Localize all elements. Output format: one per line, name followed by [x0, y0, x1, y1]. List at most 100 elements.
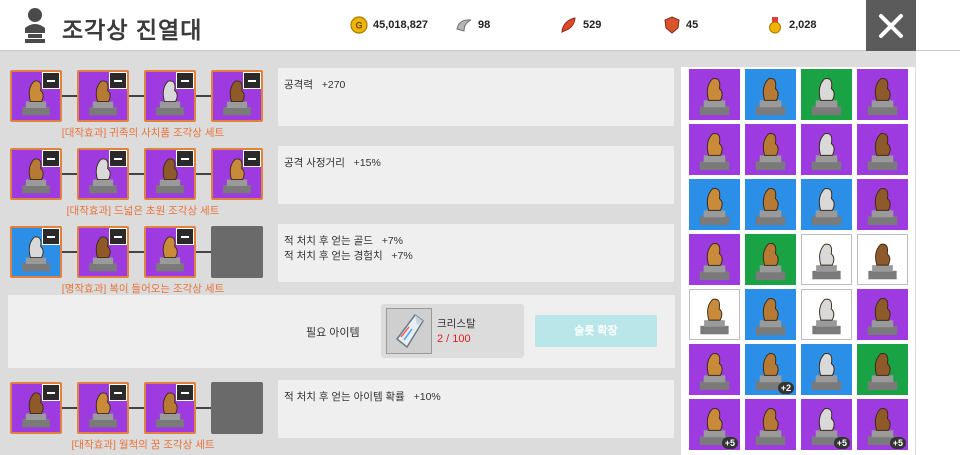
remove-statue-button[interactable] [109, 228, 127, 245]
set-effect-text: 적 처치 후 얻는 경험치 +7% [284, 250, 413, 262]
expand-slot-button[interactable]: 슬롯 확장 [535, 315, 657, 347]
remove-statue-button[interactable] [243, 150, 261, 167]
statue-slot[interactable] [144, 148, 196, 200]
statue-slot[interactable] [144, 226, 196, 278]
page-title: 조각상 진열대 [62, 17, 203, 43]
red-feather-icon [561, 17, 576, 33]
inventory-statue-cell[interactable] [689, 69, 740, 120]
required-item-card: 크리스탈 2 / 100 [381, 304, 524, 358]
remove-statue-button[interactable] [243, 72, 261, 89]
statue-slot[interactable] [77, 148, 129, 200]
inventory-statue-cell[interactable] [745, 234, 796, 285]
inventory-statue-cell[interactable] [857, 234, 908, 285]
slot-connector [196, 407, 211, 409]
inventory-statue-cell[interactable] [745, 69, 796, 120]
inventory-statue-cell[interactable] [857, 179, 908, 230]
inventory-statue-cell[interactable] [801, 234, 852, 285]
statue-slot[interactable] [10, 226, 62, 278]
inventory-statue-cell[interactable]: +2 [745, 344, 796, 395]
statue-figure-icon [755, 408, 786, 446]
statue-figure-icon [868, 243, 897, 280]
statue-slot[interactable] [211, 148, 263, 200]
set-effect-box: 적 처치 후 얻는 아이템 확률 +10% [278, 380, 674, 438]
inventory-statue-cell[interactable]: +5 [689, 399, 740, 450]
remove-statue-button[interactable] [42, 384, 60, 401]
set-slots [10, 70, 270, 126]
remove-statue-button[interactable] [109, 72, 127, 89]
remove-statue-button[interactable] [42, 228, 60, 245]
inventory-statue-cell[interactable] [801, 289, 852, 340]
statue-count-badge: +2 [777, 382, 794, 394]
remove-statue-button[interactable] [176, 228, 194, 245]
slot-connector [129, 251, 144, 253]
inventory-statue-cell[interactable] [801, 179, 852, 230]
inventory-statue-cell[interactable]: +5 [857, 399, 908, 450]
statue-slot[interactable] [10, 148, 62, 200]
inventory-statue-cell[interactable] [689, 234, 740, 285]
close-icon [879, 13, 903, 38]
slot-connector [62, 95, 77, 97]
statue-slot[interactable] [77, 382, 129, 434]
inventory-statue-cell[interactable] [745, 179, 796, 230]
slot-connector [62, 251, 77, 253]
inventory-statue-cell[interactable] [857, 69, 908, 120]
statue-slot[interactable] [211, 70, 263, 122]
resource-medal: 2,028 [766, 15, 817, 35]
remove-statue-button[interactable] [42, 150, 60, 167]
inventory-statue-cell[interactable] [857, 124, 908, 175]
remove-statue-button[interactable] [109, 384, 127, 401]
statue-count-badge: +5 [889, 437, 906, 449]
set-effect-text: 적 처치 후 얻는 골드 +7% [284, 235, 404, 247]
statue-slot[interactable] [144, 70, 196, 122]
statue-figure-icon [755, 133, 786, 171]
inventory-statue-cell[interactable] [689, 344, 740, 395]
statue-figure-icon [867, 353, 898, 391]
statue-slot[interactable] [10, 382, 62, 434]
remove-statue-button[interactable] [176, 384, 194, 401]
inventory-statue-cell[interactable] [745, 289, 796, 340]
remove-statue-button[interactable] [42, 72, 60, 89]
statue-slot[interactable] [10, 70, 62, 122]
inventory-statue-cell[interactable] [745, 399, 796, 450]
required-item-name: 크리스탈 [437, 318, 476, 330]
statue-slot[interactable] [77, 226, 129, 278]
resource-gold: G 45,018,827 [350, 15, 428, 35]
statue-figure-icon [867, 298, 898, 336]
crystal-icon [395, 313, 424, 349]
close-button[interactable] [866, 0, 916, 51]
set-name: [대작효과] 월척의 꿈 조각상 세트 [71, 439, 215, 451]
inventory-statue-cell[interactable] [857, 344, 908, 395]
inventory-statue-cell[interactable] [689, 179, 740, 230]
inventory-statue-cell[interactable] [857, 289, 908, 340]
statue-slot[interactable] [77, 70, 129, 122]
remove-statue-button[interactable] [176, 72, 194, 89]
empty-slot[interactable] [211, 382, 263, 434]
inventory-statue-cell[interactable] [801, 124, 852, 175]
horn-value: 98 [478, 19, 491, 31]
resource-horn: 98 [455, 15, 490, 35]
inventory-scroll-rail[interactable] [916, 51, 960, 455]
set-slots [10, 226, 270, 282]
required-item-label: 필요 아이템 [306, 327, 360, 339]
set-name: [명작효과] 복이 들어오는 조각상 세트 [61, 283, 225, 295]
slot-connector [129, 95, 144, 97]
set-effect-text: 적 처치 후 얻는 아이템 확률 +10% [284, 391, 441, 403]
statue-slot[interactable] [144, 382, 196, 434]
statue-figure-icon [755, 298, 786, 336]
statue-figure-icon [812, 243, 841, 280]
inventory-statue-cell[interactable] [689, 124, 740, 175]
slot-connector [129, 407, 144, 409]
statue-figure-icon [812, 298, 841, 335]
statue-count-badge: +5 [721, 437, 738, 449]
inventory-statue-cell[interactable]: +5 [801, 399, 852, 450]
inventory-statue-cell[interactable] [689, 289, 740, 340]
inventory-statue-cell[interactable] [801, 69, 852, 120]
remove-statue-button[interactable] [109, 150, 127, 167]
crystal-item-slot [386, 308, 432, 354]
statue-figure-icon [811, 188, 842, 226]
inventory-statue-cell[interactable] [745, 124, 796, 175]
empty-slot[interactable] [211, 226, 263, 278]
statue-figure-icon [699, 133, 730, 171]
remove-statue-button[interactable] [176, 150, 194, 167]
inventory-statue-cell[interactable] [801, 344, 852, 395]
